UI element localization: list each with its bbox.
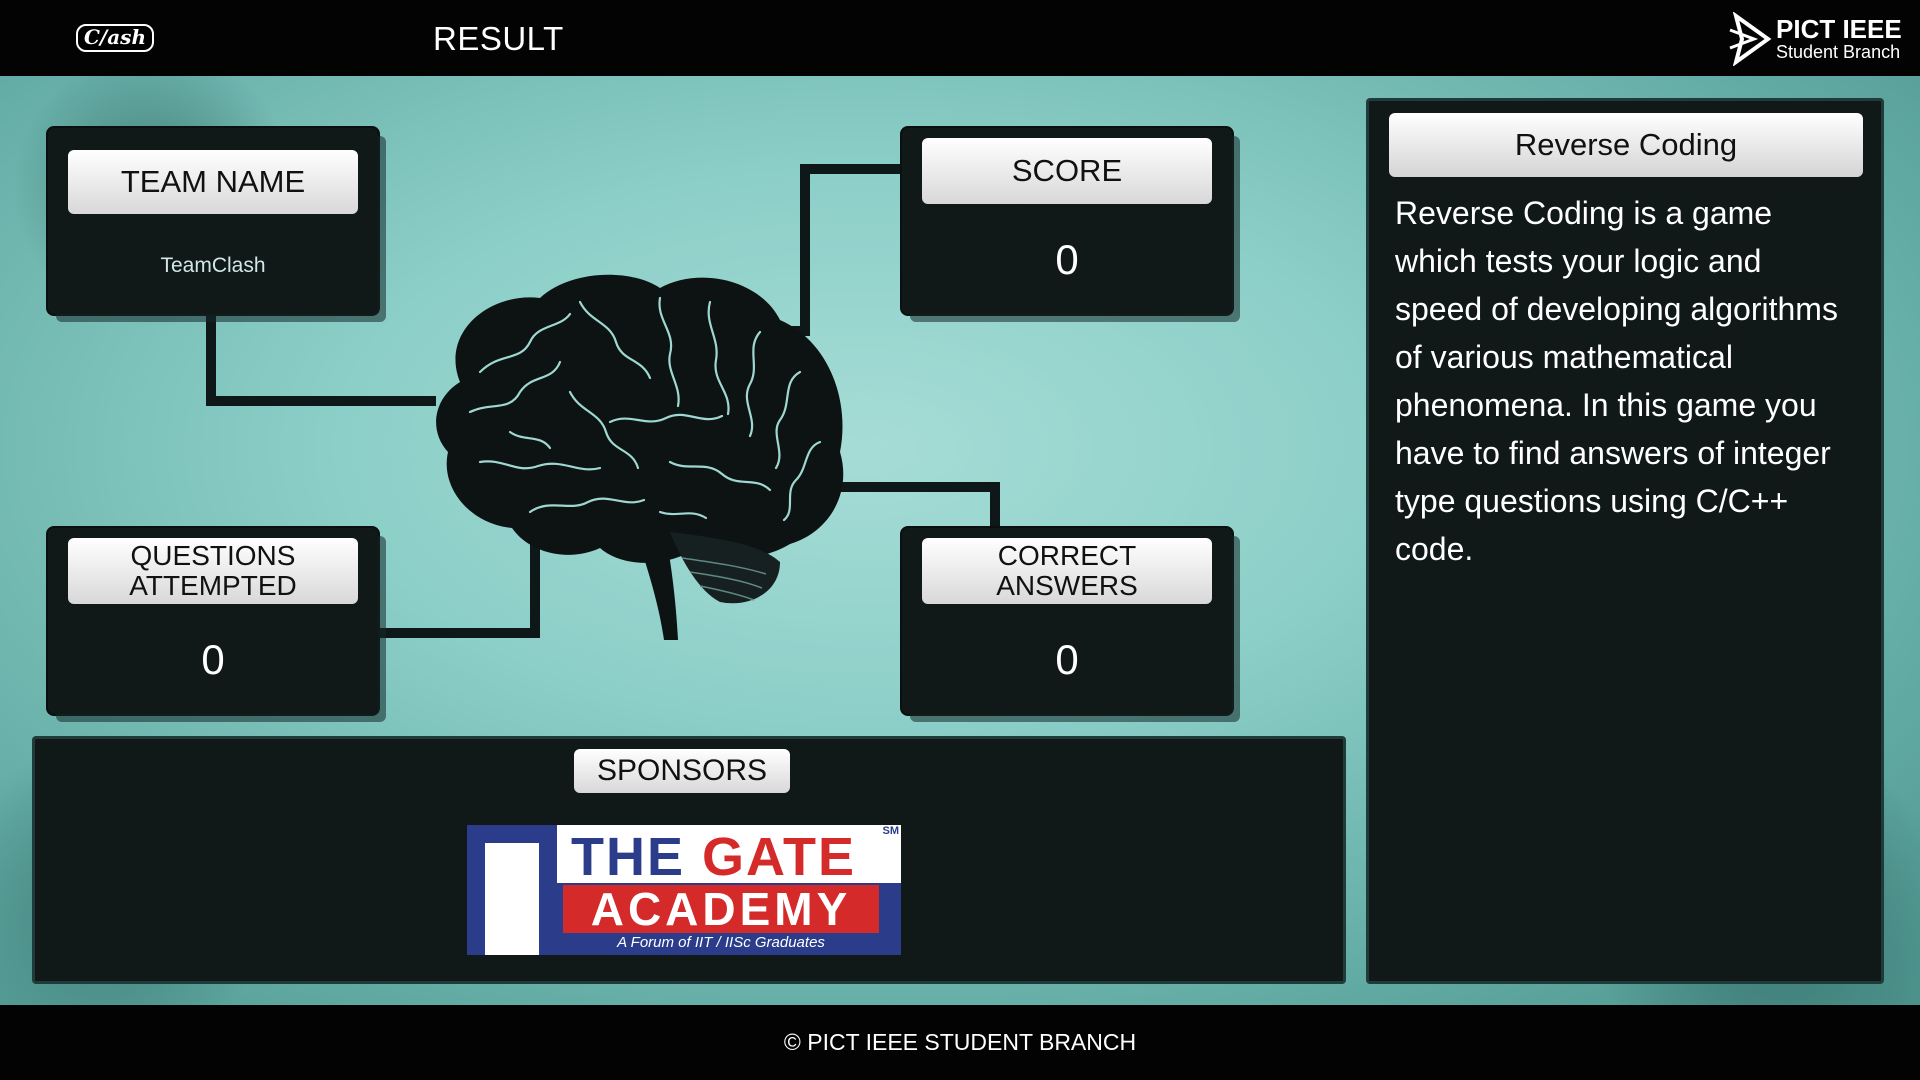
top-bar: C/ash RESULT PICT IEEE Student Branch [0,0,1920,76]
ieee-star-icon [1729,12,1772,66]
game-title: Reverse Coding [1389,113,1863,177]
connector-line [840,482,1000,492]
clash-logo: C/ash [76,24,154,52]
gate-logo-mark: SM [882,825,900,837]
questions-attempted-label: QUESTIONS ATTEMPTED [68,538,358,604]
pict-ieee-logo: PICT IEEE Student Branch [1728,12,1908,66]
connector-line [206,396,436,406]
score-label: SCORE [922,138,1212,204]
result-stage: TEAM NAME TeamClash SCORE 0 QUESTIONS AT… [0,76,1920,1005]
sponsors-label: SPONSORS [574,749,790,793]
score-value: 0 [1055,236,1079,283]
team-name-value: TeamClash [160,254,266,277]
sponsors-panel: SPONSORS THE GATE SM ACADEMY A Forum of … [32,736,1346,984]
game-description: Reverse Coding is a game which tests you… [1395,195,1838,567]
gate-logo-word-gate: GATE [702,827,857,887]
connector-line [800,164,904,174]
brain-illustration [436,274,844,640]
connector-line [206,314,216,406]
game-info-panel: Reverse Coding Reverse Coding is a game … [1366,98,1884,984]
gate-logo-word-the: THE [571,827,685,887]
correct-answers-value: 0 [1055,636,1079,683]
questions-attempted-value: 0 [201,636,225,683]
footer-copyright: © PICT IEEE STUDENT BRANCH [783,1029,1137,1055]
ieee-logo-line1: PICT IEEE [1776,14,1902,44]
correct-answers-label: CORRECT ANSWERS [922,538,1212,604]
gate-frame-graphic [467,825,557,955]
team-name-card: TEAM NAME TeamClash [48,128,378,314]
footer: © PICT IEEE STUDENT BRANCH [0,1005,1920,1080]
gate-logo-word-academy: ACADEMY [563,883,879,935]
questions-attempted-card: QUESTIONS ATTEMPTED 0 [48,528,378,714]
team-name-label: TEAM NAME [68,150,358,214]
score-card: SCORE 0 [902,128,1232,314]
page-title: RESULT [433,20,564,57]
correct-answers-card: CORRECT ANSWERS 0 [902,528,1232,714]
gate-academy-logo[interactable]: THE GATE SM ACADEMY A Forum of IIT / IIS… [467,825,901,955]
gate-logo-tagline: A Forum of IIT / IISc Graduates [617,934,825,951]
ieee-logo-line2: Student Branch [1776,42,1901,62]
